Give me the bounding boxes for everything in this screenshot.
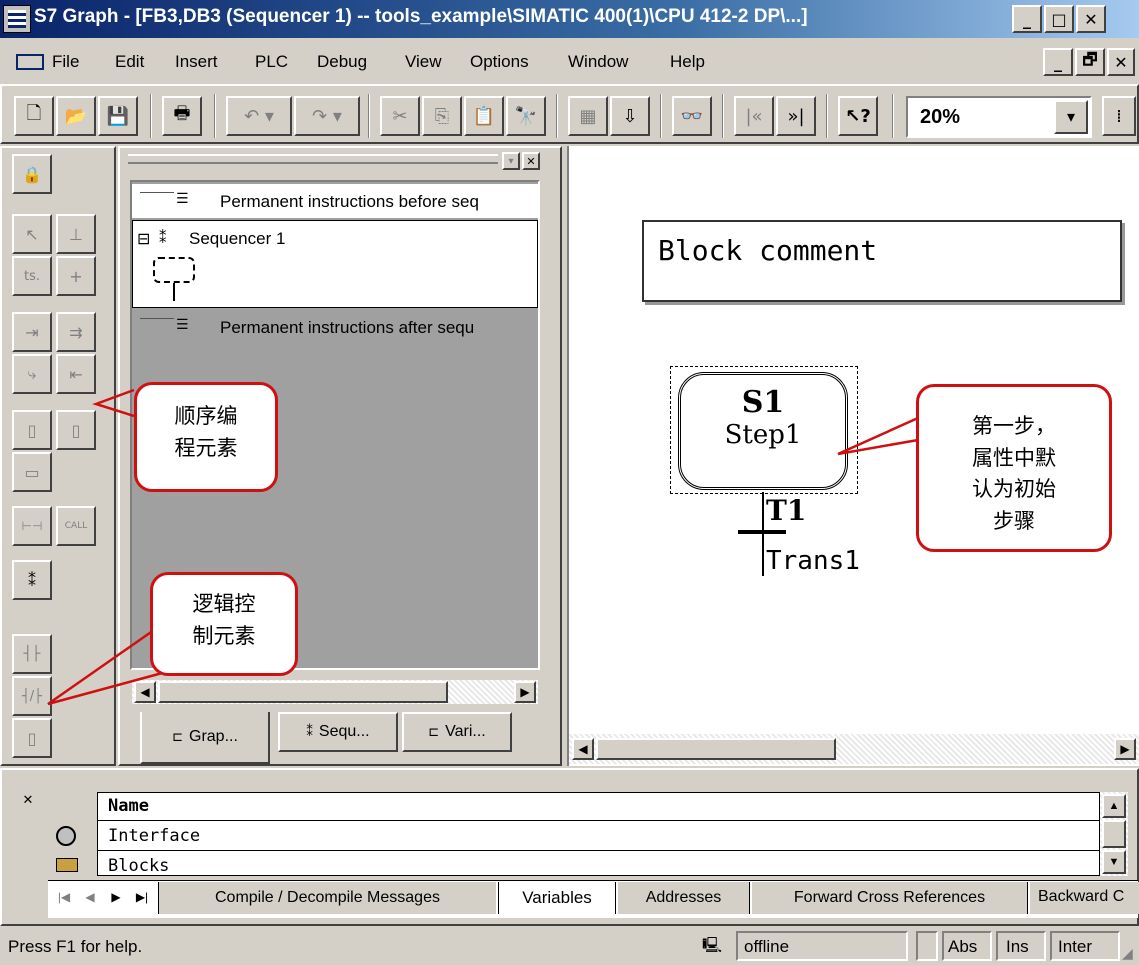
- resize-grip-icon[interactable]: ◢: [1122, 945, 1133, 962]
- tab-compile-messages[interactable]: Compile / Decompile Messages: [158, 882, 496, 914]
- callout-sequence-elements: 顺序编 程元素: [134, 382, 278, 492]
- tab-prev-button[interactable]: ◀: [78, 884, 102, 910]
- status-inter: Inter: [1050, 931, 1120, 961]
- callout-first-step: 第一步， 属性中默 认为初始 步骤: [916, 384, 1112, 552]
- row-blocks[interactable]: Blocks: [108, 856, 169, 876]
- callout-logic-elements: 逻辑控 制元素: [150, 572, 298, 676]
- tab-forward-cross-references[interactable]: Forward Cross References: [752, 882, 1028, 914]
- tab-first-button[interactable]: |◀: [52, 884, 76, 910]
- callout-pointer: [837, 416, 919, 456]
- column-header-name[interactable]: Name: [108, 796, 149, 816]
- panel-close-icon[interactable]: ✕: [20, 792, 36, 808]
- row-interface[interactable]: Interface: [108, 826, 200, 846]
- variables-table: [48, 792, 1100, 876]
- tab-addresses[interactable]: Addresses: [618, 882, 750, 914]
- scroll-down-button[interactable]: ▼: [1102, 850, 1126, 874]
- callout-pointer: [47, 628, 167, 706]
- connection-status: offline: [736, 931, 908, 961]
- folder-icon: [56, 858, 78, 872]
- status-abs: Abs: [942, 931, 992, 961]
- scroll-thumb[interactable]: [1102, 820, 1126, 848]
- interface-icon: [56, 826, 76, 846]
- status-bar: Press F1 for help. 🖳 offline Abs Ins Int…: [0, 927, 1139, 965]
- tab-last-button[interactable]: ▶|: [130, 884, 154, 910]
- tab-backward-cross-references[interactable]: Backward C: [1030, 882, 1139, 914]
- callout-pointer: [92, 388, 135, 418]
- tab-next-button[interactable]: ▶: [104, 884, 128, 910]
- status-field: [916, 931, 938, 961]
- status-help-text: Press F1 for help.: [8, 937, 143, 956]
- scroll-up-button[interactable]: ▲: [1102, 794, 1126, 818]
- tab-variables[interactable]: Variables: [498, 882, 616, 914]
- connection-icon: 🖳: [702, 937, 723, 954]
- status-ins: Ins: [996, 931, 1046, 961]
